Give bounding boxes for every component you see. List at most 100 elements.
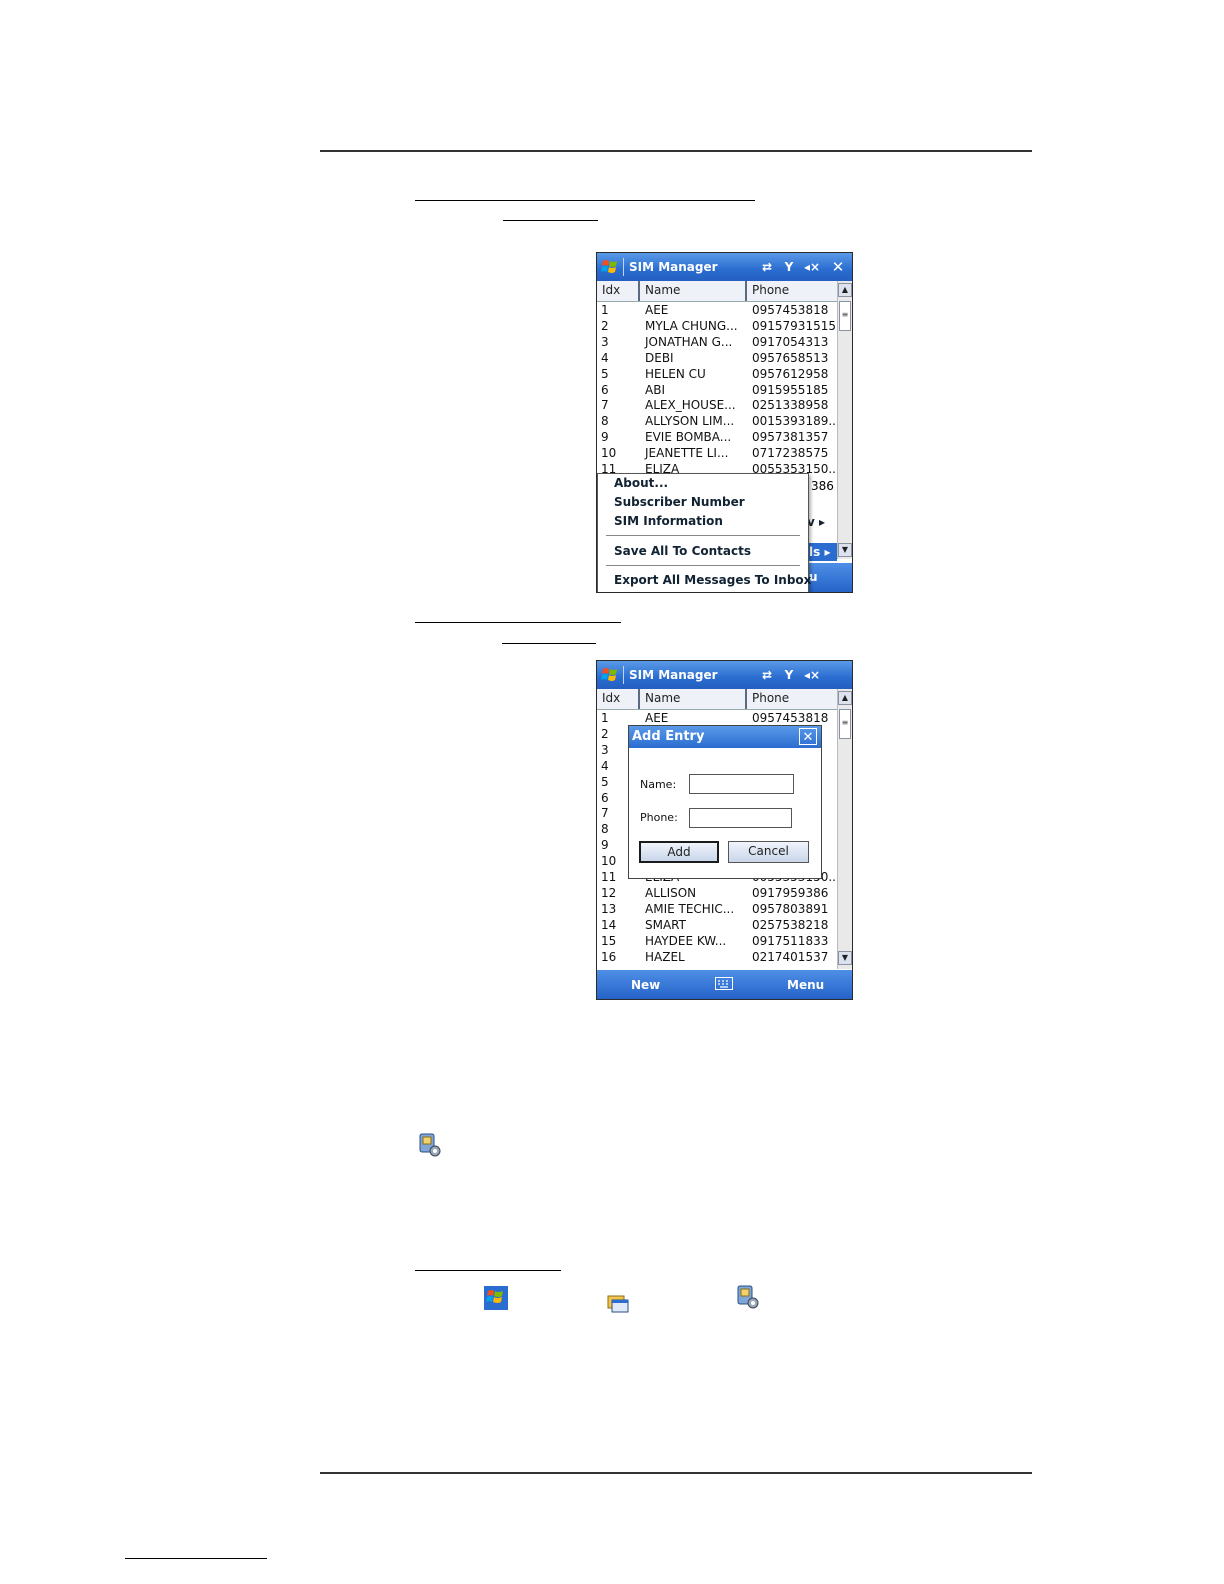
heading-underline-3: [415, 1270, 561, 1271]
cell-phone: 0251338958: [752, 398, 829, 413]
subheading-underline-1: [503, 220, 598, 221]
cell-idx: 11: [601, 870, 617, 884]
cell-phone: 0957658513: [752, 350, 829, 365]
app-title: SIM Manager: [629, 260, 718, 274]
cell-idx: 3: [601, 742, 609, 757]
windows-start-icon[interactable]: [601, 258, 619, 276]
heading-underline-2: [415, 622, 621, 623]
phone-field[interactable]: [689, 808, 792, 828]
menu-separator: [606, 565, 800, 566]
table-row[interactable]: 2 MYLA CHUNG... 09157931515: [597, 318, 837, 334]
volume-muted-icon[interactable]: ◂×: [802, 667, 822, 683]
menu-item-save-all-to-contacts[interactable]: Save All To Contacts: [614, 544, 751, 558]
cell-name: HELEN CU: [645, 366, 706, 381]
cell-name: AMIE TECHIC...: [645, 901, 735, 916]
column-header-phone[interactable]: Phone: [752, 691, 789, 705]
table-row[interactable]: 6 ABI 0915955185: [597, 382, 837, 398]
keyboard-icon[interactable]: [715, 977, 733, 990]
column-header-idx[interactable]: Idx: [602, 691, 620, 705]
table-row[interactable]: 4 DEBI 0957658513: [597, 350, 837, 366]
table-row[interactable]: 7 ALEX_HOUSE... 0251338958: [597, 397, 837, 413]
vertical-scrollbar[interactable]: ▲ ≡ ▼: [837, 689, 852, 969]
vertical-scrollbar[interactable]: ▲ ≡ ▼: [837, 281, 852, 559]
tools-menu-partial[interactable]: ls ▸: [809, 543, 837, 561]
cell-phone: 0257538218: [752, 917, 829, 932]
menu-item-about[interactable]: About...: [614, 476, 668, 490]
cancel-button[interactable]: Cancel: [728, 841, 809, 863]
programs-folder-icon: [607, 1295, 629, 1313]
table-row[interactable]: 15 HAYDEE KW... 0917511833: [597, 933, 837, 949]
volume-muted-icon[interactable]: ◂×: [802, 259, 822, 275]
cell-name: MYLA CHUNG...: [645, 318, 738, 333]
cell-name: DEBI: [645, 350, 674, 365]
title-bar: SIM Manager ⇄ Y ◂×: [597, 661, 852, 689]
cell-idx: 6: [601, 382, 609, 397]
table-row[interactable]: 13 AMIE TECHIC... 0957803891: [597, 901, 837, 917]
add-button[interactable]: Add: [639, 841, 719, 863]
cell-name: AEE: [645, 303, 669, 317]
cell-idx: 13: [601, 901, 617, 916]
menu-item-export-all-messages[interactable]: Export All Messages To Inbox: [614, 573, 811, 587]
column-header-name[interactable]: Name: [645, 691, 680, 705]
table-row[interactable]: 10 JEANETTE LI... 0717238575: [597, 445, 837, 461]
sim-manager-add-entry-screenshot: SIM Manager ⇄ Y ◂× Idx Name Phone 1 AEE 09…: [596, 660, 853, 1000]
cell-idx: 16: [601, 949, 617, 964]
footer-link-underline: [125, 1558, 267, 1559]
table-row[interactable]: 16 HAZEL 0217401537: [597, 949, 837, 965]
table-row[interactable]: 12 ALLISON 0917959386: [597, 885, 837, 901]
scroll-down-icon[interactable]: ▼: [838, 543, 852, 557]
cell-phone: 09157931515: [752, 318, 836, 333]
column-header-phone[interactable]: Phone: [752, 283, 789, 297]
tools-popup-menu: About... Subscriber Number SIM Informati…: [597, 473, 811, 592]
windows-start-icon[interactable]: [601, 666, 619, 684]
dialog-close-icon[interactable]: ✕: [799, 728, 817, 745]
table-row[interactable]: 8 ALLYSON LIM... 0015393189...: [597, 413, 840, 429]
close-icon[interactable]: ✕: [829, 259, 847, 275]
menu-softkey[interactable]: Menu: [787, 978, 824, 992]
table-row[interactable]: 1 AEE 0957453818: [597, 302, 837, 318]
cell-name: ALLISON: [645, 885, 697, 900]
column-header-idx[interactable]: Idx: [602, 283, 620, 297]
cell-phone: 0015393189...: [752, 414, 840, 429]
signal-icon[interactable]: Y: [781, 259, 797, 275]
cell-idx: 5: [601, 366, 609, 381]
cell-idx: 9: [601, 430, 609, 445]
cell-idx: 3: [601, 334, 609, 349]
signal-icon[interactable]: Y: [781, 667, 797, 683]
title-bar: SIM Manager ⇄ Y ◂× ✕: [597, 253, 852, 281]
scroll-thumb[interactable]: ≡: [839, 301, 851, 331]
cell-phone: 0917054313: [752, 334, 829, 349]
heading-underline-1: [415, 200, 755, 201]
table-row[interactable]: 9 EVIE BOMBA... 0957381357: [597, 429, 837, 445]
name-label: Name:: [640, 778, 677, 791]
cell-idx: 10: [601, 446, 617, 461]
connectivity-icon[interactable]: ⇄: [759, 259, 775, 275]
table-row[interactable]: 3 JONATHAN G... 0917054313: [597, 334, 837, 350]
table-row[interactable]: 14 SMART 0257538218: [597, 917, 837, 933]
cell-phone: 0957381357: [752, 430, 829, 445]
cell-phone: 0717238575: [752, 446, 829, 461]
view-menu-partial[interactable]: v ▸: [807, 515, 825, 529]
cell-name: AEE: [645, 711, 669, 725]
scroll-up-icon[interactable]: ▲: [838, 691, 852, 705]
sim-manager-icon: [737, 1285, 759, 1309]
cell-phone: 0957612958: [752, 366, 829, 381]
cell-idx: 4: [601, 758, 609, 773]
new-softkey[interactable]: New: [631, 978, 660, 992]
scroll-down-icon[interactable]: ▼: [838, 951, 852, 965]
column-header-name[interactable]: Name: [645, 283, 680, 297]
menu-item-sim-information[interactable]: SIM Information: [614, 514, 723, 528]
cell-idx: 4: [601, 350, 609, 365]
subheading-underline-2: [502, 643, 596, 644]
menu-item-subscriber-number[interactable]: Subscriber Number: [614, 495, 745, 509]
table-row[interactable]: 1 AEE 0957453818: [597, 710, 837, 726]
scroll-thumb[interactable]: ≡: [839, 709, 851, 739]
connectivity-icon[interactable]: ⇄: [759, 667, 775, 683]
cell-name: ABI: [645, 382, 665, 397]
scroll-up-icon[interactable]: ▲: [838, 283, 852, 297]
title-separator: [623, 666, 624, 684]
name-field[interactable]: [689, 774, 794, 794]
cell-idx: 7: [601, 806, 609, 821]
cell-idx: 2: [601, 318, 609, 333]
table-row[interactable]: 5 HELEN CU 0957612958: [597, 366, 837, 382]
